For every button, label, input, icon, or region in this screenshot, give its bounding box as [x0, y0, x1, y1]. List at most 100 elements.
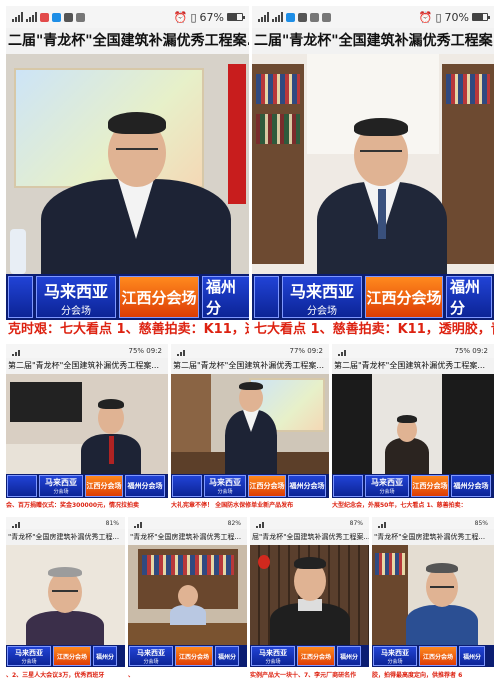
- banner-malaysia-sub: 分会场: [53, 489, 69, 495]
- banner-side: [254, 276, 279, 318]
- video-frame[interactable]: [332, 374, 494, 474]
- speaker-1: [36, 84, 236, 279]
- status-text: 75% 09:2: [454, 347, 488, 355]
- news-ticker: 、2、三星人大会议3万，优秀西班牙: [6, 667, 125, 684]
- speaker-5: [382, 414, 432, 474]
- banner-malaysia-label: 马来西亚: [259, 648, 287, 657]
- battery-text: 67%: [199, 10, 224, 24]
- banner-malaysia[interactable]: 马来西亚 分会场: [7, 646, 51, 666]
- banner-side: [333, 475, 363, 497]
- banner-malaysia-label: 马来西亚: [45, 478, 77, 487]
- banner-fuzhou[interactable]: 福州分: [202, 276, 249, 318]
- status-text: 81%: [105, 519, 119, 527]
- video-cell-bottom-3[interactable]: 87% 屈"青龙杯"全国建筑补漏优秀工程案... 马来西亚 分会场 江西分会场 …: [250, 517, 369, 684]
- status-left: [12, 12, 85, 22]
- banner-jiangxi[interactable]: 江西分会场: [411, 475, 449, 497]
- page-title: "青龙杯"全国房建筑补漏优秀工程...: [128, 529, 247, 545]
- video-frame[interactable]: [250, 545, 369, 645]
- banner-malaysia-label: 马来西亚: [15, 648, 43, 657]
- video-cell-bottom-1[interactable]: 81% "青龙杯"全国房建筑补漏优秀工程... 马来西亚 分会场 江西分会场 福…: [6, 517, 125, 684]
- banner-jiangxi[interactable]: 江西分会场: [119, 276, 199, 318]
- banner-fuzhou[interactable]: 福州分: [337, 646, 361, 666]
- banner-fuzhou[interactable]: 福州分: [459, 646, 485, 666]
- video-frame[interactable]: [6, 374, 168, 476]
- notification-icon: [76, 12, 85, 22]
- video-cell-mid-2[interactable]: 77% 09:2 第二届"青龙杯"全国建筑补漏优秀工程案... 马来西亚 分会场…: [171, 344, 329, 514]
- video-cell-mid-3[interactable]: 75% 09:2 第二届"青龙杯"全国建筑补漏优秀工程案... 马来西亚 分会场…: [332, 344, 494, 514]
- banner-jiangxi[interactable]: 江西分会场: [297, 646, 335, 666]
- video-cell-mid-1[interactable]: 75% 09:2 第二届"青龙杯"全国建筑补漏优秀工程案... 马来西亚 分会场…: [6, 344, 168, 514]
- signal-icon: [177, 346, 185, 356]
- banner-jiangxi[interactable]: 江西分会场: [53, 646, 91, 666]
- video-frame[interactable]: [128, 545, 247, 645]
- banner-malaysia[interactable]: 马来西亚 分会场: [36, 276, 116, 318]
- books: [256, 74, 300, 104]
- banner-jiangxi[interactable]: 江西分会场: [85, 475, 123, 497]
- banner-jiangxi[interactable]: 江西分会场: [365, 276, 443, 318]
- banner-malaysia[interactable]: 马来西亚 分会场: [373, 646, 417, 666]
- status-bar: 75% 09:2: [332, 344, 494, 358]
- banner-jiangxi-label: 江西分会场: [412, 482, 448, 490]
- video-cell-bottom-4[interactable]: 85% "青龙杯"全国房建筑补漏优秀工程... 马来西亚 分会场 江西分会场 福…: [372, 517, 494, 684]
- signal-icon: [378, 518, 386, 528]
- venue-banners: 马来西亚 分会场 江西分会场 福州分会场: [6, 474, 168, 498]
- video-frame[interactable]: [372, 545, 494, 645]
- video-cell-bottom-2[interactable]: 82% "青龙杯"全国房建筑补漏优秀工程... 马来西亚 分会场 江西分会场 福…: [128, 517, 247, 684]
- venue-banners: 马来西亚 分会场 江西分会场 福州分: [372, 645, 494, 667]
- page-title: 二届"青龙杯"全国建筑补漏优秀工程案...: [252, 28, 494, 54]
- banner-jiangxi-label: 江西分会场: [86, 482, 122, 490]
- vibrate-icon: ▯: [435, 10, 442, 24]
- banner-malaysia[interactable]: 马来西亚 分会场: [282, 276, 362, 318]
- signal-icon: [12, 346, 20, 356]
- banner-jiangxi[interactable]: 江西分会场: [419, 646, 457, 666]
- signal-icon: [272, 12, 283, 22]
- banner-fuzhou-label: 福州分: [339, 653, 358, 661]
- battery-text: 70%: [444, 10, 469, 24]
- banner-fuzhou[interactable]: 福州分会场: [451, 475, 491, 497]
- speaker-2: [312, 94, 452, 277]
- status-text: 85%: [474, 519, 488, 527]
- speaker-3: [76, 394, 146, 476]
- video-frame[interactable]: [6, 54, 249, 279]
- page-title: 第二届"青龙杯"全国建筑补漏优秀工程案...: [171, 358, 329, 374]
- banner-jiangxi[interactable]: 江西分会场: [248, 475, 286, 497]
- banner-malaysia[interactable]: 马来西亚 分会场: [365, 475, 409, 497]
- speaker-8: [268, 553, 352, 645]
- banner-fuzhou[interactable]: 福州分会场: [125, 475, 165, 497]
- banner-malaysia[interactable]: 马来西亚 分会场: [129, 646, 173, 666]
- venue-banners: 马来西亚 分会场 江西分会场 福州分: [250, 645, 369, 667]
- video-cell-top-right[interactable]: ⏰ ▯ 70% 二届"青龙杯"全国建筑补漏优秀工程案... 马来西亚 分会场 江: [252, 6, 494, 340]
- banner-fuzhou[interactable]: 福州分: [215, 646, 239, 666]
- banner-fuzhou-label: 福州分会场: [289, 482, 325, 490]
- banner-malaysia-label: 马来西亚: [381, 648, 409, 657]
- wechat-icon: [64, 12, 73, 22]
- status-right: ⏰ ▯ 67%: [174, 10, 245, 24]
- banner-malaysia[interactable]: 马来西亚 分会场: [39, 475, 83, 497]
- news-ticker: 七大看点 1、慈善拍卖：K11，透明胶，青龙三: [252, 320, 494, 340]
- banner-malaysia-label: 马来西亚: [209, 478, 241, 487]
- signal-icon: [134, 518, 142, 528]
- news-ticker: 克时艰：七大看点 1、慈善拍卖：K11，透明胶，: [6, 320, 249, 340]
- banner-fuzhou[interactable]: 福州分: [446, 276, 492, 318]
- battery-icon: [227, 13, 245, 21]
- banner-jiangxi[interactable]: 江西分会场: [175, 646, 213, 666]
- status-bar: ⏰ ▯ 67%: [6, 6, 249, 28]
- signal-icon: [12, 518, 20, 528]
- banner-side: [172, 475, 202, 497]
- banner-malaysia[interactable]: 马来西亚 分会场: [204, 475, 246, 497]
- desk: [128, 623, 247, 645]
- page-title: 第二届"青龙杯"全国建筑补漏优秀工程案...: [6, 358, 168, 374]
- status-right: ⏰ ▯ 70%: [419, 10, 490, 24]
- video-frame[interactable]: [6, 545, 125, 647]
- banner-fuzhou[interactable]: 福州分: [93, 646, 117, 666]
- video-frame[interactable]: [171, 374, 329, 474]
- banner-malaysia[interactable]: 马来西亚 分会场: [251, 646, 295, 666]
- venue-banners: 马来西亚 分会场 江西分会场 福州分会场: [171, 474, 329, 498]
- banner-fuzhou[interactable]: 福州分会场: [288, 475, 326, 497]
- status-bar: 81%: [6, 517, 125, 529]
- banner-jiangxi-label: 江西分会场: [422, 653, 453, 661]
- cabinet: [6, 444, 86, 474]
- video-frame[interactable]: [252, 54, 494, 277]
- video-cell-top-left[interactable]: ⏰ ▯ 67% 二届"青龙杯"全国建筑补漏优秀工程案... 马来西亚 分会场 江…: [6, 6, 249, 340]
- status-text: 87%: [349, 519, 363, 527]
